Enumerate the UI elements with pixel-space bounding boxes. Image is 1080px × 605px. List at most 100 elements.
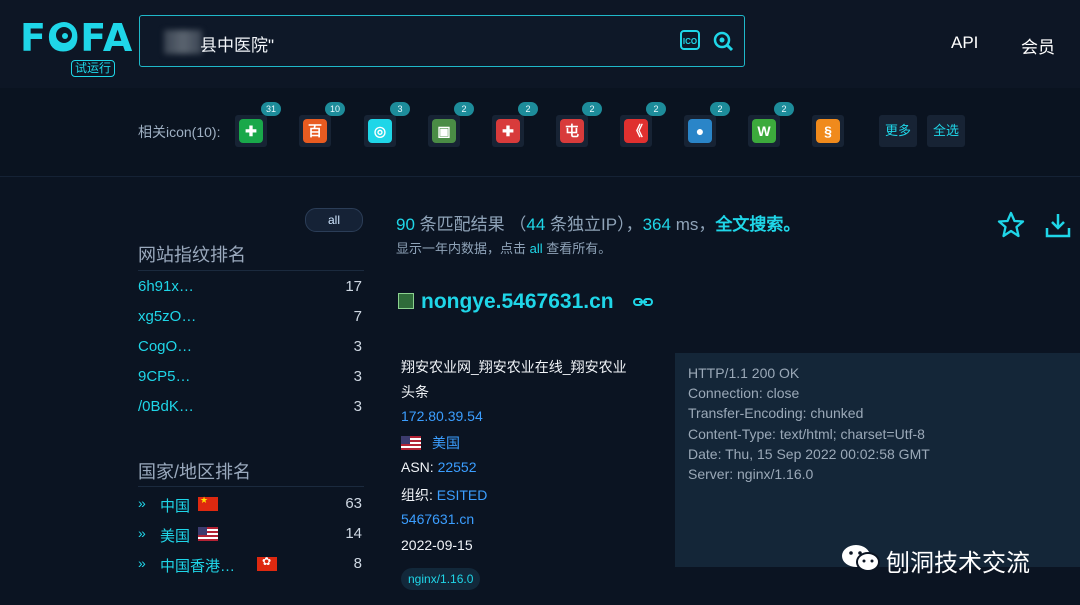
country-rank-title: 国家/地区排名 <box>138 462 252 482</box>
favicon-8-icon[interactable]: ● <box>684 115 716 147</box>
site-title: 翔安农业网_翔安农业在线_翔安农业 <box>401 359 627 375</box>
chevron-right-icon: » <box>138 525 146 541</box>
trial-badge: 试运行 <box>71 60 116 77</box>
http-line: HTTP/1.1 200 OK <box>688 365 800 381</box>
time-unit: ms， <box>670 215 716 234</box>
blurred-text <box>164 30 202 54</box>
http-line: Content-Type: text/html; charset=Utf-8 <box>688 426 925 442</box>
result-country-link[interactable]: 美国 <box>432 433 460 453</box>
fingerprint-count: 3 <box>353 368 362 385</box>
unique-ip-label: 条独立IP） <box>545 215 626 234</box>
watermark-text: 刨洞技术交流 <box>886 550 1030 577</box>
favicon-count-badge: 2 <box>454 102 474 116</box>
result-host-link[interactable]: nongye.5467631.cn <box>421 290 614 314</box>
site-favicon-icon <box>398 293 414 309</box>
favicon-2-icon[interactable]: 百 <box>299 115 331 147</box>
favicon-3-icon[interactable]: ◎ <box>364 115 396 147</box>
favicon-count-badge: 10 <box>325 102 345 116</box>
favicon-glyph-icon: ▣ <box>432 119 456 143</box>
favicon-4-icon[interactable]: ▣ <box>428 115 460 147</box>
favicon-glyph-icon: ✚ <box>496 119 520 143</box>
http-header-panel: HTTP/1.1 200 OK Connection: close Transf… <box>675 353 1080 567</box>
favicon-glyph-icon: ● <box>688 119 712 143</box>
link-icon[interactable] <box>633 297 653 307</box>
icon-search-button[interactable]: ICO <box>680 30 700 50</box>
us-flag-icon <box>198 527 218 541</box>
select-all-button[interactable]: 全选 <box>927 115 966 147</box>
download-icon[interactable] <box>1043 210 1073 240</box>
favicon-glyph-icon: 《 <box>624 119 648 143</box>
fingerprint-item[interactable]: xg5zO… <box>138 308 196 325</box>
all-filter-button[interactable]: all <box>305 208 363 232</box>
org-link[interactable]: ESITED <box>437 487 488 503</box>
country-item[interactable]: 中国 <box>160 495 190 516</box>
search-icon[interactable] <box>712 30 734 52</box>
fofa-logo[interactable]: FOFA 试运行 <box>20 16 132 78</box>
http-line: Transfer-Encoding: chunked <box>688 405 864 421</box>
country-item[interactable]: 中国香港… <box>160 555 235 576</box>
asn-link[interactable]: 22552 <box>438 459 477 475</box>
query-time: 364 <box>642 215 671 234</box>
favicon-glyph-icon: ✚ <box>239 119 263 143</box>
wechat-icon <box>842 545 880 572</box>
country-item[interactable]: 美国 <box>160 525 190 546</box>
fulltext-search-link[interactable]: 全文搜索。 <box>715 215 800 234</box>
favicon-glyph-icon: 屯 <box>560 119 584 143</box>
favicon-count-badge: 2 <box>710 102 730 116</box>
http-line: Connection: close <box>688 385 800 401</box>
favicon-glyph-icon: 百 <box>303 119 327 143</box>
favicon-count-badge: 2 <box>582 102 602 116</box>
site-title-cont: 头条 <box>401 384 429 400</box>
favicon-count-badge: 2 <box>774 102 794 116</box>
server-tag[interactable]: nginx/1.16.0 <box>401 568 481 590</box>
favicon-count-badge: 3 <box>390 102 410 116</box>
chevron-right-icon: » <box>138 555 146 571</box>
logo-magnifier-icon <box>51 22 77 48</box>
china-flag-icon <box>198 495 218 511</box>
favicon-count-badge: 2 <box>646 102 666 116</box>
note-prefix: 显示一年内数据，点击 <box>396 241 530 256</box>
favicon-10-icon[interactable]: § <box>812 115 844 147</box>
fingerprint-item[interactable]: 9CP5… <box>138 368 191 385</box>
results-note: 显示一年内数据，点击 all 查看所有。 <box>396 238 611 257</box>
nav-membership[interactable]: 会员 <box>1021 33 1055 58</box>
fingerprint-rank-title: 网站指纹排名 <box>138 245 246 265</box>
star-icon[interactable] <box>996 210 1026 240</box>
hong-kong-flag-icon <box>257 555 277 571</box>
match-label: 条匹配结果 （ <box>414 215 527 234</box>
org-label: 组织: <box>401 487 437 503</box>
favicon-count-badge: 2 <box>518 102 538 116</box>
asn-label: ASN: <box>401 459 438 475</box>
fingerprint-item[interactable]: /0BdK… <box>138 398 194 415</box>
result-domain-link[interactable]: 5467631.cn <box>401 511 474 527</box>
nav-api[interactable]: API <box>951 33 978 53</box>
asn-row: ASN: 22552 <box>401 459 477 475</box>
favicon-glyph-icon: § <box>816 119 840 143</box>
related-icons-label: 相关icon(10): <box>138 124 221 140</box>
chevron-right-icon: » <box>138 495 146 511</box>
search-query[interactable]: 县中医院" <box>200 31 274 56</box>
country-count: 14 <box>345 525 362 542</box>
http-line: Server: nginx/1.16.0 <box>688 466 814 482</box>
fingerprint-count: 7 <box>353 308 362 325</box>
fingerprint-item[interactable]: CogO… <box>138 338 192 355</box>
fingerprint-count: 17 <box>345 278 362 295</box>
favicon-9-icon[interactable]: W <box>748 115 780 147</box>
result-ip-link[interactable]: 172.80.39.54 <box>401 408 483 424</box>
unique-ip-count: 44 <box>526 215 546 234</box>
fingerprint-count: 3 <box>353 338 362 355</box>
all-data-link[interactable]: all <box>530 241 543 256</box>
match-count: 90 <box>396 215 415 234</box>
org-row: 组织: ESITED <box>401 485 487 505</box>
watermark: 刨洞技术交流 <box>840 541 1080 577</box>
us-flag-icon <box>401 436 421 450</box>
search-input[interactable]: 县中医院" ICO <box>139 15 745 67</box>
country-count: 63 <box>345 495 362 512</box>
fingerprint-count: 3 <box>353 398 362 415</box>
favicon-6-icon[interactable]: 屯 <box>556 115 588 147</box>
fingerprint-item[interactable]: 6h91x… <box>138 278 194 295</box>
favicon-1-icon[interactable]: ✚ <box>235 115 267 147</box>
more-icons-button[interactable]: 更多 <box>879 115 918 147</box>
favicon-5-icon[interactable]: ✚ <box>492 115 524 147</box>
favicon-7-icon[interactable]: 《 <box>620 115 652 147</box>
